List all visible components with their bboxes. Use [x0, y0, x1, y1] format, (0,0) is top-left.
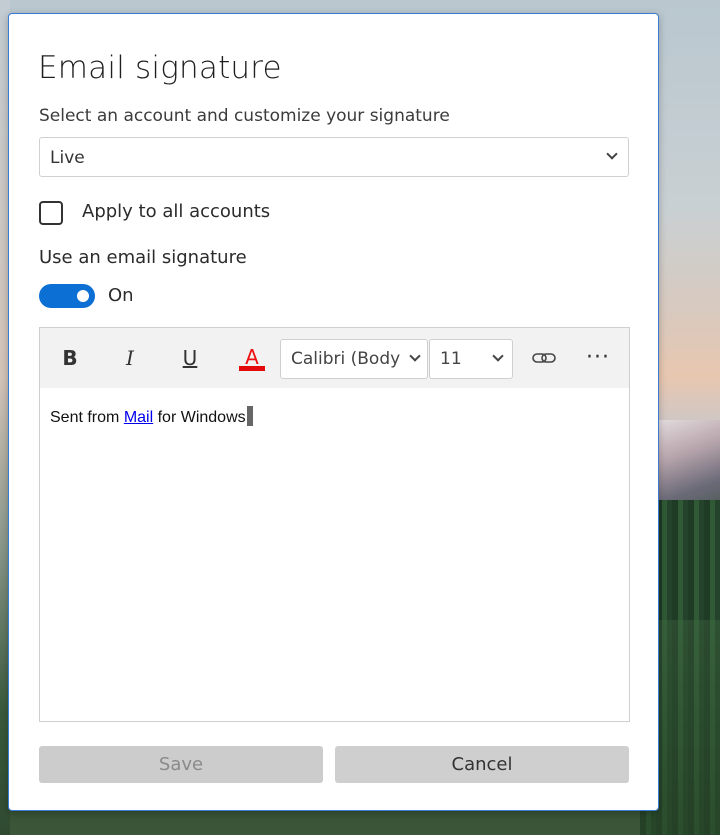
font-color-icon: A	[245, 345, 259, 369]
account-select[interactable]: Live	[39, 137, 629, 177]
use-signature-label: Use an email signature	[39, 247, 247, 268]
font-size-value: 11	[440, 349, 462, 369]
signature-editor: B I U A Calibri (Body) 11 ··· Sent from …	[39, 327, 630, 722]
chevron-down-icon	[606, 148, 618, 160]
toggle-state-label: On	[108, 285, 134, 306]
more-icon: ···	[586, 345, 610, 370]
text-cursor	[246, 406, 253, 426]
font-color-swatch	[239, 366, 265, 371]
mail-link[interactable]: Mail	[124, 409, 153, 426]
font-family-select[interactable]: Calibri (Body)	[280, 339, 428, 379]
dialog-subtitle: Select an account and customize your sig…	[39, 106, 450, 126]
formatting-toolbar: B I U A Calibri (Body) 11 ···	[40, 328, 629, 388]
link-icon	[532, 353, 556, 363]
signature-toggle[interactable]	[39, 284, 95, 308]
apply-to-all-label[interactable]: Apply to all accounts	[82, 201, 270, 222]
font-size-select[interactable]: 11	[429, 339, 513, 379]
insert-link-button[interactable]	[524, 342, 564, 374]
account-select-value: Live	[50, 148, 85, 168]
underline-button[interactable]: U	[170, 342, 210, 374]
chevron-down-icon	[492, 350, 504, 362]
font-color-button[interactable]: A	[232, 342, 272, 374]
italic-button[interactable]: I	[110, 342, 150, 374]
dialog-title: Email signature	[38, 50, 282, 86]
signature-text-after: for Windows	[153, 409, 246, 426]
save-button[interactable]: Save	[39, 746, 323, 783]
email-signature-dialog: Email signature Select an account and cu…	[8, 13, 659, 811]
cancel-button[interactable]: Cancel	[335, 746, 629, 783]
apply-to-all-checkbox[interactable]	[39, 201, 63, 225]
more-options-button[interactable]: ···	[578, 342, 618, 374]
toggle-knob	[77, 290, 89, 302]
bold-button[interactable]: B	[50, 342, 90, 374]
font-family-value: Calibri (Body)	[291, 349, 401, 369]
signature-text-before: Sent from	[50, 409, 124, 426]
signature-content[interactable]: Sent from Mail for Windows	[50, 406, 253, 427]
chevron-down-icon	[409, 350, 421, 362]
